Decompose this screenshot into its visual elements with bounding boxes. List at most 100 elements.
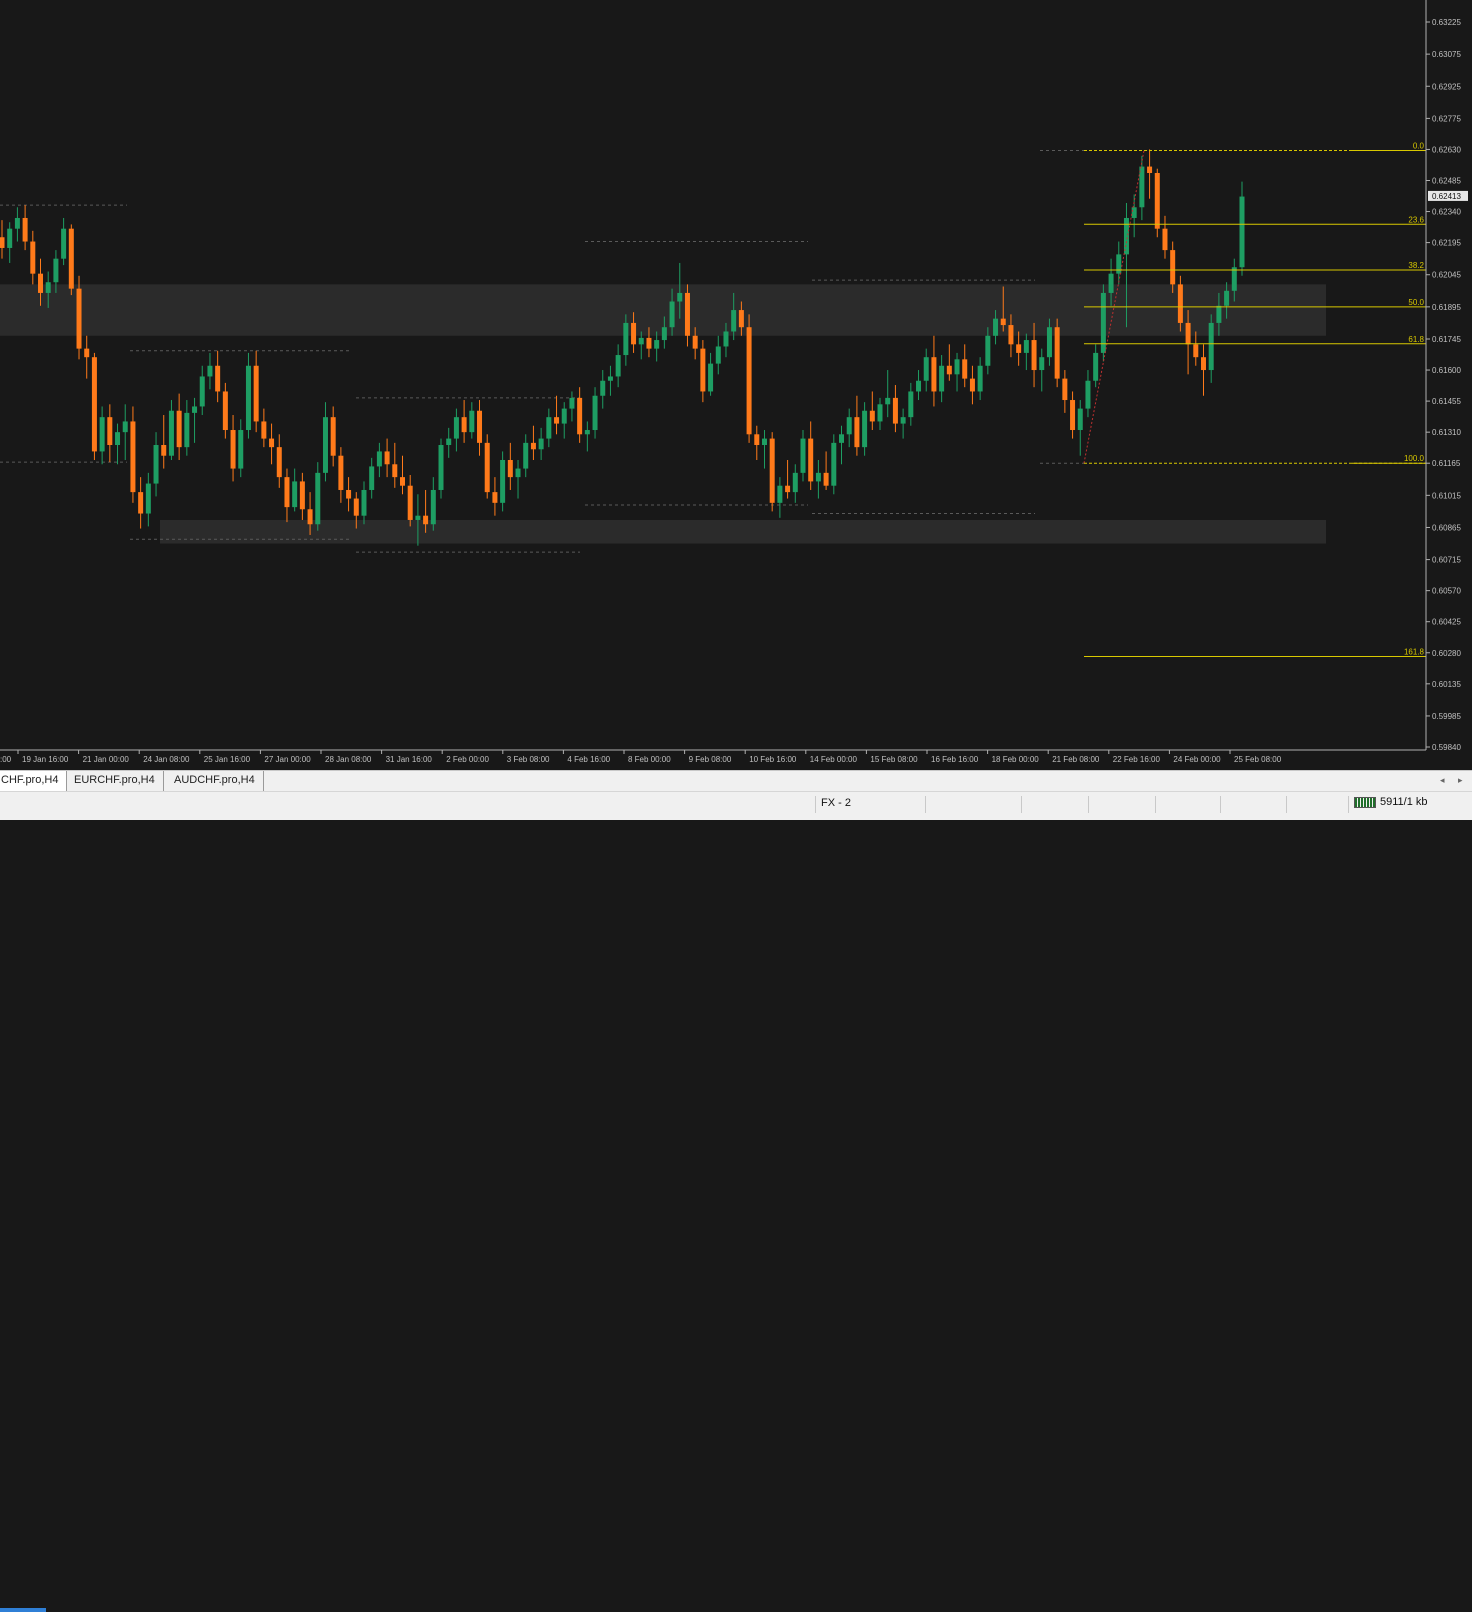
time-tick-label: :00	[0, 755, 12, 764]
connection-status[interactable]: 5911/1 kb	[1354, 796, 1428, 808]
bear-candle	[692, 335, 698, 349]
bear-candle	[353, 498, 359, 516]
time-tick-label: 25 Feb 08:00	[1234, 755, 1282, 764]
bull-candle	[430, 489, 436, 525]
traffic-readout: 5911/1 kb	[1380, 796, 1428, 808]
bear-candle	[22, 217, 28, 242]
chart-canvas[interactable]: 0.0 23.6 38.2 50.0 61.8 100.0 161.8 0.63225 0.63…	[0, 0, 1472, 770]
price-tick-label: 0.60135	[1432, 680, 1461, 689]
bear-candle	[892, 397, 898, 424]
bull-candle	[623, 322, 629, 356]
price-tick-label: 0.62340	[1432, 208, 1461, 217]
bear-candle	[969, 378, 975, 392]
bear-candle	[554, 417, 560, 424]
bear-candle	[1031, 340, 1037, 371]
bear-candle	[130, 421, 136, 493]
price-tick-label: 0.61310	[1432, 428, 1461, 437]
price-tick-label: 0.61455	[1432, 397, 1461, 406]
bear-candle	[577, 397, 583, 435]
price-tick-label: 0.60425	[1432, 618, 1461, 627]
status-separator	[1220, 796, 1221, 813]
bear-candle	[1185, 322, 1191, 345]
bull-candle	[800, 438, 806, 473]
bear-candle	[484, 442, 490, 493]
status-profile: FX - 2	[821, 797, 851, 809]
price-tick-label: 0.59840	[1432, 743, 1461, 752]
bull-candle	[7, 228, 13, 248]
bear-candle	[399, 477, 405, 486]
bear-candle	[1062, 378, 1068, 401]
bull-candle	[916, 380, 922, 392]
tab-eurchf[interactable]: EURCHF.pro,H4	[66, 771, 164, 791]
bull-candle	[977, 365, 983, 392]
bull-candle	[561, 408, 567, 424]
bear-candle	[299, 481, 305, 510]
bear-candle	[962, 359, 968, 379]
bull-candle	[168, 410, 174, 456]
price-tick-label: 0.63225	[1432, 18, 1461, 27]
status-separator	[1286, 796, 1287, 813]
bull-candle	[669, 301, 675, 328]
bull-candle	[45, 282, 51, 293]
tab-audchf[interactable]: AUDCHF.pro,H4	[166, 771, 264, 791]
fib-level-label: 50.0	[1408, 298, 1424, 307]
bear-candle	[646, 337, 652, 349]
bear-candle	[161, 445, 167, 456]
bull-candle	[292, 481, 298, 508]
bear-candle	[138, 492, 144, 514]
price-tick-label: 0.59985	[1432, 712, 1461, 721]
bull-candle	[592, 395, 598, 431]
bull-candle	[61, 228, 67, 259]
bull-candle	[145, 483, 151, 514]
bear-candle	[461, 417, 467, 433]
bull-candle	[600, 380, 606, 396]
bull-candle	[500, 459, 506, 503]
bull-candle	[53, 258, 59, 283]
connection-bars-icon	[1354, 796, 1376, 808]
bull-candle	[654, 340, 660, 349]
time-tick-label: 21 Feb 08:00	[1052, 755, 1100, 764]
bull-candle	[1131, 207, 1137, 218]
price-tick-label: 0.61015	[1432, 491, 1461, 500]
bear-candle	[854, 417, 860, 448]
fib-level-label: 61.8	[1408, 335, 1424, 344]
bear-candle	[746, 327, 752, 435]
tab-scroll-left-icon[interactable]: ◂	[1440, 771, 1445, 791]
bull-candle	[923, 357, 929, 381]
bull-candle	[846, 417, 852, 435]
bull-candle	[584, 430, 590, 435]
bull-candle	[1239, 196, 1245, 268]
bull-candle	[1216, 305, 1222, 323]
time-tick-label: 9 Feb 08:00	[689, 755, 732, 764]
tab-chf[interactable]: CHF.pro,H4	[0, 771, 68, 791]
time-tick-label: 19 Jan 16:00	[22, 755, 69, 764]
tab-scroll-right-icon[interactable]: ▸	[1458, 771, 1463, 791]
bear-candle	[1147, 166, 1153, 173]
bear-candle	[392, 464, 398, 478]
bear-candle	[346, 489, 352, 499]
bull-candle	[369, 466, 375, 490]
bull-candle	[515, 468, 521, 478]
bear-candle	[931, 357, 937, 392]
bull-candle	[792, 472, 798, 493]
bull-candle	[446, 438, 452, 446]
bear-candle	[261, 421, 267, 439]
fib-level-label: 0.0	[1413, 142, 1425, 151]
bear-candle	[107, 417, 113, 446]
bull-candle	[708, 363, 714, 392]
bull-candle	[862, 410, 868, 448]
bear-candle	[276, 447, 282, 478]
bear-candle	[176, 410, 182, 448]
bear-candle	[700, 348, 706, 392]
bull-candle	[199, 376, 205, 407]
bear-candle	[384, 451, 390, 465]
price-chart[interactable]: 0.0 23.6 38.2 50.0 61.8 100.0 161.8 0.63225 0.63…	[0, 0, 1472, 770]
bull-candle	[153, 445, 159, 484]
bear-candle	[869, 410, 875, 422]
bull-candle	[615, 355, 621, 377]
progress-indicator	[0, 1608, 46, 1612]
bull-candle	[14, 217, 20, 229]
bear-candle	[823, 472, 829, 486]
bear-candle	[684, 292, 690, 336]
bull-candle	[569, 397, 575, 409]
